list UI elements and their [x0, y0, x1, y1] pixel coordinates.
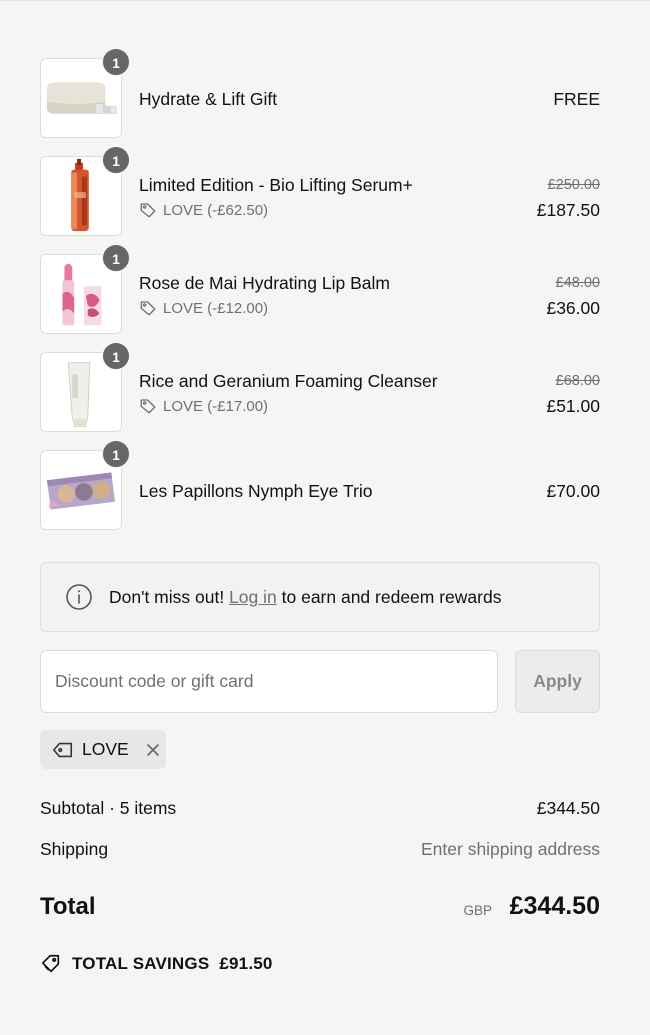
notice-text-before: Don't miss out!: [109, 586, 225, 607]
line-item: 1 Les Papillons Nymph Eye Trio £70.00: [40, 440, 600, 548]
original-price: £68.00: [555, 373, 600, 389]
applied-code: LOVE: [82, 739, 129, 759]
total-label: Total: [40, 893, 96, 920]
discount-code-input[interactable]: [40, 650, 498, 713]
line-item: 1 Limited Edition - Bio Lifting Serum+ L…: [40, 146, 600, 254]
tag-icon: [53, 742, 73, 757]
original-price: £48.00: [555, 275, 600, 291]
quantity-badge: 1: [102, 440, 130, 468]
product-name: Les Papillons Nymph Eye Trio: [139, 481, 373, 501]
shipping-value: Enter shipping address: [421, 839, 600, 859]
total-value: £344.50: [509, 892, 600, 920]
applied-discount-chip: LOVE: [40, 730, 166, 769]
log-in-link[interactable]: Log in: [229, 587, 277, 607]
line-item: 1 Hydrate & Lift Gift FREE: [40, 48, 600, 156]
product-name: Limited Edition - Bio Lifting Serum+: [139, 175, 413, 195]
currency-code: GBP: [463, 903, 492, 918]
savings-label: TOTAL SAVINGS: [72, 954, 210, 973]
tag-icon: [140, 399, 156, 414]
notice-text-after: to earn and redeem rewards: [281, 586, 502, 607]
quantity-badge: 1: [102, 146, 130, 174]
shipping-row: Shipping Enter shipping address: [40, 839, 600, 860]
discount-label: LOVE (-£17.00): [139, 397, 268, 415]
rewards-notice-text: Don't miss out! Log in to earn and redee…: [109, 587, 501, 608]
subtotal-label: Subtotal · 5 items: [40, 798, 177, 818]
line-item: 1 Rice and Geranium Foaming Cleanser LOV…: [40, 342, 600, 450]
discount-text: LOVE (-£62.50): [163, 201, 269, 219]
savings-value: £91.50: [219, 954, 273, 973]
product-price: £70.00: [546, 481, 600, 501]
discount-text: LOVE (-£17.00): [163, 397, 269, 415]
discount-label: LOVE (-£62.50): [139, 201, 268, 219]
line-item: 1 Rose de Mai Hydrating Lip Balm LOVE (-…: [40, 244, 600, 352]
discounted-price: £36.00: [546, 298, 600, 318]
original-price: £250.00: [547, 177, 600, 193]
remove-code-icon[interactable]: [145, 742, 161, 758]
tag-icon: [140, 301, 156, 316]
savings-tag-icon: [41, 954, 60, 973]
shipping-label: Shipping: [40, 839, 109, 859]
product-name: Rice and Geranium Foaming Cleanser: [139, 371, 438, 391]
quantity-badge: 1: [102, 48, 130, 76]
quantity-badge: 1: [102, 244, 130, 272]
total-savings: TOTAL SAVINGS £91.50: [40, 953, 273, 975]
product-name: Rose de Mai Hydrating Lip Balm: [139, 273, 390, 293]
info-icon: [66, 584, 92, 610]
tag-icon: [140, 203, 156, 218]
quantity-badge: 1: [102, 342, 130, 370]
discount-label: LOVE (-£12.00): [139, 299, 268, 317]
order-items-list: 1 Hydrate & Lift Gift FREE 1 Limited Edi…: [40, 48, 600, 548]
rewards-notice: Don't miss out! Log in to earn and redee…: [40, 562, 600, 632]
discount-text: LOVE (-£12.00): [163, 299, 269, 317]
discounted-price: £187.50: [536, 200, 600, 220]
apply-button[interactable]: Apply: [515, 650, 600, 713]
product-name: Hydrate & Lift Gift: [139, 89, 278, 109]
discounted-price: £51.00: [546, 396, 600, 416]
product-price: FREE: [553, 89, 600, 109]
subtotal-value: £344.50: [536, 798, 600, 818]
subtotal-row: Subtotal · 5 items £344.50: [40, 798, 600, 819]
